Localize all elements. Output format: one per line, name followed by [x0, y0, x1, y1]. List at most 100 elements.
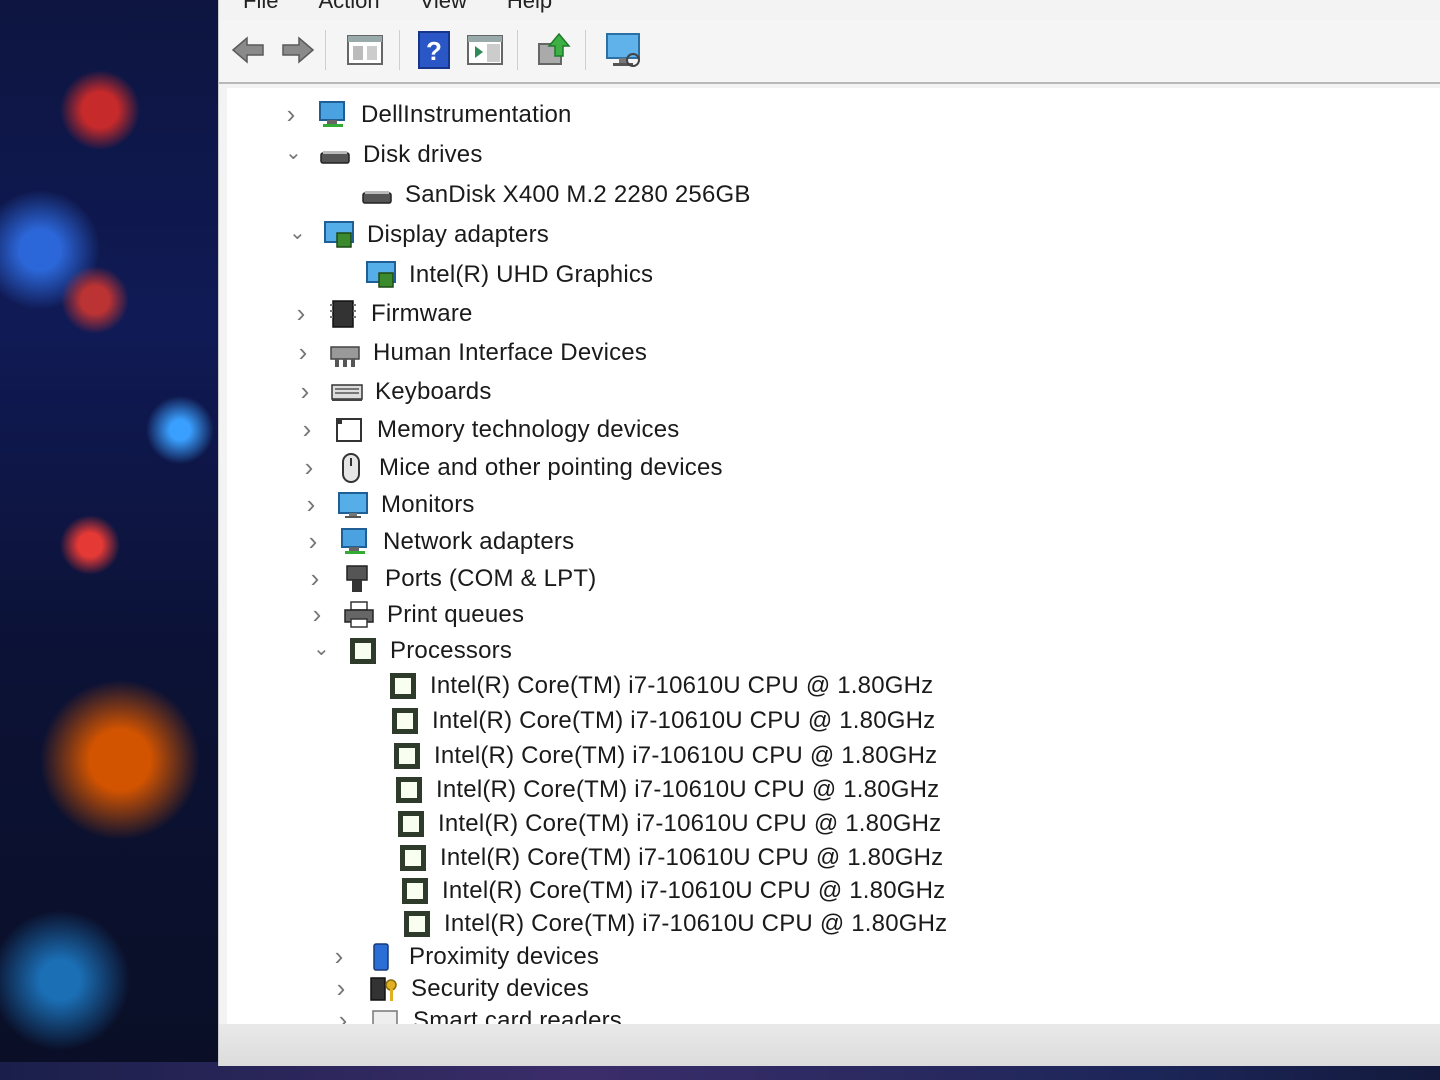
- processor-icon: [394, 743, 420, 769]
- tree-item-mice[interactable]: Mice and other pointing devices: [301, 450, 723, 486]
- tree-item-label: Ports (COM & LPT): [385, 565, 597, 592]
- expand-chevron-icon[interactable]: [295, 345, 311, 361]
- tree-item-memory-technology-devices[interactable]: Memory technology devices: [299, 412, 679, 448]
- tree-item-label: Print queues: [387, 601, 525, 628]
- expand-chevron-icon[interactable]: [283, 107, 299, 123]
- tree-item-label: Smart card readers: [413, 1007, 623, 1024]
- scan-monitor-icon[interactable]: [603, 30, 643, 70]
- tree-item-label: Processors: [390, 637, 513, 664]
- tree-item-label: Keyboards: [375, 378, 492, 405]
- proximity-device-icon: [373, 943, 389, 971]
- device-tree: DellInstrumentation Disk drives SanDisk …: [227, 88, 1440, 1024]
- security-key-icon: [370, 977, 397, 1001]
- menu-action[interactable]: Action: [318, 0, 379, 13]
- toolbar-separator: [399, 30, 400, 70]
- menu-file[interactable]: File: [243, 0, 278, 13]
- tree-item-label: Intel(R) Core(TM) i7-10610U CPU @ 1.80GH…: [432, 707, 936, 734]
- device-manager-window: File Action View Help ? › DellInstrument…: [218, 0, 1440, 1066]
- expand-chevron-icon[interactable]: [333, 981, 349, 997]
- memory-card-icon: [336, 418, 362, 442]
- collapse-chevron-icon[interactable]: [313, 643, 329, 659]
- tree-item-label: Disk drives: [363, 141, 483, 168]
- expand-chevron-icon[interactable]: [305, 534, 321, 550]
- back-arrow-icon[interactable]: [229, 30, 269, 70]
- smart-card-reader-icon: [372, 1010, 398, 1024]
- expand-chevron-icon[interactable]: [297, 384, 313, 400]
- port-connector-icon: [346, 565, 368, 592]
- expand-chevron-icon[interactable]: [303, 497, 319, 513]
- tree-item-label: Intel(R) UHD Graphics: [409, 261, 654, 288]
- menu-view[interactable]: View: [420, 0, 467, 13]
- expand-chevron-icon[interactable]: [335, 1013, 351, 1024]
- action-pane-icon[interactable]: [465, 30, 505, 70]
- tree-item-cpu[interactable]: Intel(R) Core(TM) i7-10610U CPU @ 1.80GH…: [395, 806, 941, 842]
- tree-item-keyboards[interactable]: Keyboards: [297, 374, 492, 410]
- tree-item-monitors[interactable]: Monitors: [303, 487, 475, 523]
- tree-item-label: Network adapters: [383, 528, 575, 555]
- toolbar: ?: [219, 20, 1440, 84]
- window-bottom-edge: [219, 1024, 1440, 1066]
- disk-drive-icon: [320, 151, 350, 164]
- processor-icon: [400, 845, 426, 871]
- tree-item-dellinstrumentation[interactable]: DellInstrumentation: [283, 97, 572, 133]
- tree-item-label: Intel(R) Core(TM) i7-10610U CPU @ 1.80GH…: [434, 742, 938, 769]
- expand-chevron-icon[interactable]: [307, 571, 323, 587]
- toolbar-separator: [585, 30, 586, 70]
- tree-item-firmware[interactable]: Firmware: [293, 296, 473, 332]
- dell-instrumentation-icon: [319, 101, 345, 127]
- hid-icon: [330, 346, 360, 367]
- processor-icon: [404, 911, 430, 937]
- update-driver-icon[interactable]: [533, 30, 573, 70]
- expand-chevron-icon[interactable]: [301, 460, 317, 476]
- collapse-chevron-icon[interactable]: [289, 227, 305, 243]
- tree-item-cpu[interactable]: Intel(R) Core(TM) i7-10610U CPU @ 1.80GH…: [399, 873, 945, 909]
- tree-item-disk-drives[interactable]: Disk drives: [285, 137, 483, 173]
- forward-arrow-icon[interactable]: [277, 30, 317, 70]
- tree-item-label: SanDisk X400 M.2 2280 256GB: [405, 181, 751, 208]
- tree-item-display-adapters[interactable]: Display adapters: [289, 217, 549, 253]
- tree-item-label: Intel(R) Core(TM) i7-10610U CPU @ 1.80GH…: [436, 776, 940, 803]
- display-adapter-icon: [324, 221, 354, 248]
- tree-item-ports[interactable]: Ports (COM & LPT): [307, 561, 596, 597]
- tree-item-proximity-devices[interactable]: Proximity devices: [331, 939, 599, 975]
- tree-item-label: Intel(R) Core(TM) i7-10610U CPU @ 1.80GH…: [440, 844, 944, 871]
- help-icon[interactable]: ?: [415, 30, 455, 70]
- tree-item-processors[interactable]: Processors: [313, 633, 512, 669]
- tree-item-cpu[interactable]: Intel(R) Core(TM) i7-10610U CPU @ 1.80GH…: [391, 738, 937, 774]
- menu-bar: File Action View Help: [219, 0, 1440, 20]
- toolbar-separator: [325, 30, 326, 70]
- tree-item-security-devices[interactable]: Security devices: [333, 971, 589, 1007]
- tree-item-network-adapters[interactable]: Network adapters: [305, 524, 574, 560]
- tree-item-label: Human Interface Devices: [373, 339, 648, 366]
- menu-help[interactable]: Help: [507, 0, 552, 13]
- tree-item-human-interface-devices[interactable]: Human Interface Devices: [295, 335, 647, 371]
- tree-item-label: Firmware: [371, 300, 473, 327]
- processor-icon: [402, 878, 428, 904]
- tree-item-cpu[interactable]: Intel(R) Core(TM) i7-10610U CPU @ 1.80GH…: [393, 772, 939, 808]
- tree-item-label: Intel(R) Core(TM) i7-10610U CPU @ 1.80GH…: [438, 810, 942, 837]
- printer-icon: [344, 601, 374, 628]
- tree-item-intel-uhd-graphics[interactable]: Intel(R) UHD Graphics: [365, 257, 653, 293]
- tree-item-label: Display adapters: [367, 221, 549, 248]
- expand-chevron-icon[interactable]: [331, 949, 347, 965]
- display-adapter-icon: [366, 261, 396, 288]
- tree-item-smart-card-readers[interactable]: Smart card readers: [335, 1003, 622, 1024]
- tree-item-cpu[interactable]: Intel(R) Core(TM) i7-10610U CPU @ 1.80GH…: [387, 668, 933, 704]
- tree-item-label: Security devices: [411, 975, 589, 1002]
- tree-item-cpu[interactable]: Intel(R) Core(TM) i7-10610U CPU @ 1.80GH…: [389, 703, 935, 739]
- tree-item-cpu[interactable]: Intel(R) Core(TM) i7-10610U CPU @ 1.80GH…: [397, 840, 943, 876]
- collapse-chevron-icon[interactable]: [285, 147, 301, 163]
- tree-item-cpu[interactable]: Intel(R) Core(TM) i7-10610U CPU @ 1.80GH…: [401, 906, 947, 942]
- tree-item-label: Intel(R) Core(TM) i7-10610U CPU @ 1.80GH…: [444, 910, 948, 937]
- tree-item-print-queues[interactable]: Print queues: [309, 597, 524, 633]
- properties-icon[interactable]: [345, 30, 385, 70]
- expand-chevron-icon[interactable]: [309, 607, 325, 623]
- expand-chevron-icon[interactable]: [293, 306, 309, 322]
- tree-item-label: Intel(R) Core(TM) i7-10610U CPU @ 1.80GH…: [442, 877, 946, 904]
- tree-item-sandisk[interactable]: SanDisk X400 M.2 2280 256GB: [361, 177, 751, 213]
- expand-chevron-icon[interactable]: [299, 422, 315, 438]
- tree-item-label: Memory technology devices: [377, 416, 680, 443]
- network-adapter-icon: [341, 528, 367, 554]
- processor-icon: [350, 638, 376, 664]
- processor-icon: [392, 708, 418, 734]
